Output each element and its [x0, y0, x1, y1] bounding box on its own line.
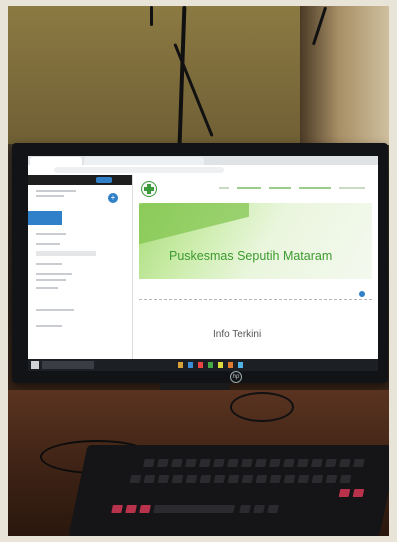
taskbar-app-icon[interactable]: [198, 362, 203, 368]
keyboard-key-red: [338, 489, 351, 497]
edit-handle-icon[interactable]: [359, 291, 365, 297]
keyboard-key: [213, 475, 226, 483]
photo-border: [389, 0, 397, 542]
wall: [8, 6, 308, 144]
keyboard-key: [267, 505, 279, 513]
add-block-icon[interactable]: +: [108, 193, 118, 203]
keyboard-key: [142, 459, 155, 467]
keyboard-key: [143, 475, 156, 483]
keyboard-key: [227, 475, 240, 483]
keyboard-key: [255, 475, 268, 483]
keyboard-key: [226, 459, 239, 467]
nav-item[interactable]: [219, 187, 229, 189]
keyboard-key: [338, 459, 351, 467]
keyboard-key: [324, 459, 337, 467]
photo-border: [0, 0, 8, 542]
sidebar-text-line: [36, 190, 76, 192]
keyboard-key-red: [352, 489, 365, 497]
sidebar-text-line: [36, 233, 66, 235]
keyboard-key: [156, 459, 169, 467]
keyboard-key: [296, 459, 309, 467]
taskbar-app-icon[interactable]: [218, 362, 223, 368]
keyboard-key: [239, 505, 251, 513]
nav-item[interactable]: [299, 187, 331, 189]
sidebar-text-line: [36, 325, 62, 327]
editor-toolbar: [28, 175, 132, 185]
keyboard-key: [241, 475, 254, 483]
hero-banner: Puskesmas Seputih Mataram: [139, 203, 372, 279]
site-preview: Puskesmas Seputih Mataram Info Terkini: [133, 175, 378, 359]
window-light: [300, 0, 397, 145]
keyboard-key: [199, 475, 212, 483]
keyboard-key: [153, 505, 235, 513]
url-field[interactable]: [54, 167, 224, 173]
browser-tab[interactable]: [84, 157, 204, 165]
keyboard-key: [297, 475, 310, 483]
taskbar-app-icon[interactable]: [208, 362, 213, 368]
keyboard-key: [212, 459, 225, 467]
hero-title: Puskesmas Seputih Mataram: [169, 249, 333, 263]
sidebar-text-line: [36, 251, 96, 256]
editor-sidebar: +: [28, 175, 133, 359]
tab-content[interactable]: [28, 211, 62, 225]
sidebar-text-line: [36, 273, 72, 275]
sidebar-text-line: [36, 243, 60, 245]
keyboard: [68, 445, 397, 536]
sidebar-text-line: [36, 309, 74, 311]
photo-border: [0, 0, 397, 6]
sidebar-text-line: [36, 287, 58, 289]
taskbar-app-icon[interactable]: [238, 362, 243, 368]
keyboard-key: [339, 475, 352, 483]
photo-scene: + Puskesmas Seputih Mataram Info Terkini…: [0, 0, 397, 542]
sidebar-text-line: [36, 195, 64, 197]
keyboard-key: [268, 459, 281, 467]
hanging-cable: [150, 6, 153, 26]
keyboard-key: [170, 459, 183, 467]
windows-taskbar: [28, 359, 378, 371]
keyboard-key: [198, 459, 211, 467]
browser-tab[interactable]: [30, 157, 82, 165]
keyboard-key: [310, 459, 323, 467]
keyboard-key: [269, 475, 282, 483]
tab-style[interactable]: [63, 211, 97, 225]
keyboard-key: [352, 459, 365, 467]
keyboard-key: [325, 475, 338, 483]
taskbar-app-icon[interactable]: [228, 362, 233, 368]
site-header: [133, 175, 378, 201]
tab-advanced[interactable]: [98, 211, 132, 225]
keyboard-key: [282, 459, 295, 467]
sidebar-text-line: [36, 279, 66, 281]
desk-cable: [230, 392, 294, 422]
monitor-screen: + Puskesmas Seputih Mataram Info Terkini: [28, 156, 378, 371]
keyboard-key: [283, 475, 296, 483]
keyboard-key-red: [139, 505, 151, 513]
keyboard-key: [129, 475, 142, 483]
nav-item[interactable]: [269, 187, 291, 189]
sidebar-text-line: [36, 263, 62, 265]
sidebar-tabs: [28, 211, 132, 225]
hero-decoration: [139, 203, 249, 250]
nav-item[interactable]: [339, 187, 365, 189]
taskbar-app-icon[interactable]: [178, 362, 183, 368]
keyboard-key-red: [125, 505, 137, 513]
keyboard-key: [171, 475, 184, 483]
keyboard-key: [254, 459, 267, 467]
keyboard-key: [157, 475, 170, 483]
keyboard-key: [311, 475, 324, 483]
browser-tab-strip: [28, 156, 378, 165]
keyboard-key: [253, 505, 265, 513]
puskesmas-logo-icon: [141, 181, 157, 197]
photo-border: [0, 536, 397, 542]
nav-item[interactable]: [237, 187, 261, 189]
publish-button[interactable]: [96, 177, 112, 183]
keyboard-key: [185, 475, 198, 483]
section-title: Info Terkini: [213, 329, 262, 340]
keyboard-key: [184, 459, 197, 467]
taskbar-search[interactable]: [42, 361, 94, 369]
start-icon[interactable]: [31, 361, 39, 369]
hp-logo-icon: hp: [230, 371, 242, 383]
keyboard-key-red: [111, 505, 123, 513]
taskbar-app-icon[interactable]: [188, 362, 193, 368]
keyboard-key: [240, 459, 253, 467]
